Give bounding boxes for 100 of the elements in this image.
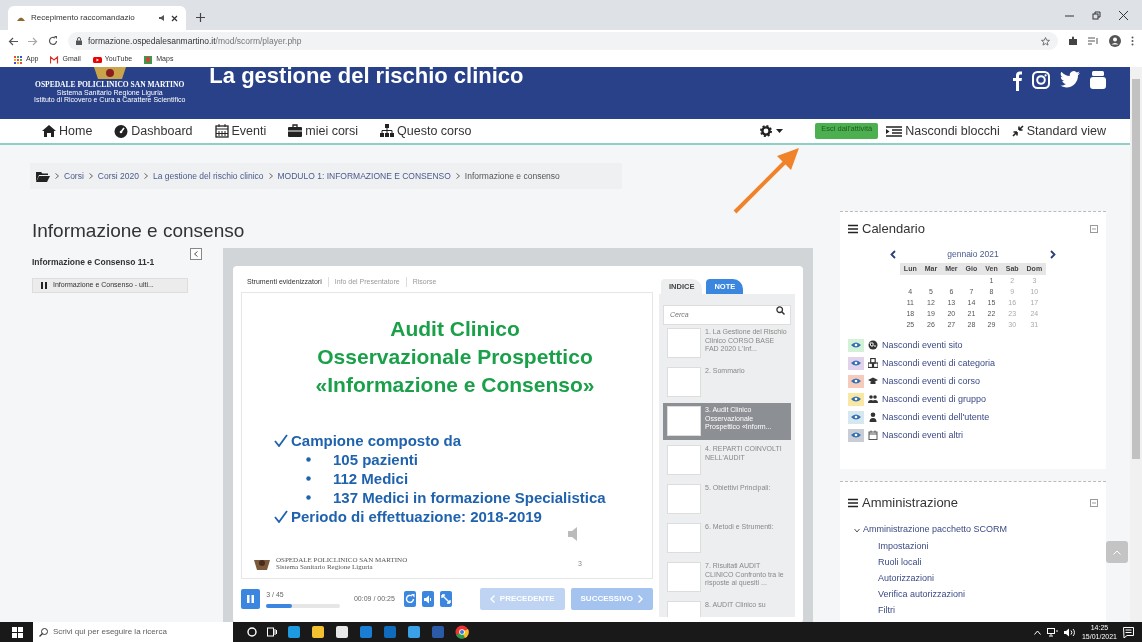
eye-icon (851, 342, 861, 349)
nav-link[interactable]: Home (42, 121, 93, 141)
close-icon[interactable] (171, 14, 178, 22)
calendar-icon (214, 124, 229, 138)
eye-icon (851, 378, 861, 385)
bird-icon[interactable] (1060, 71, 1080, 88)
slide-thumbnail (667, 562, 701, 592)
play-icon (92, 55, 102, 64)
filter-link[interactable]: Nascondi eventi di corso (882, 374, 981, 388)
tree-link[interactable]: Ruoli locali (848, 554, 922, 570)
instagram-icon[interactable] (1032, 71, 1050, 89)
visibility-toggle[interactable] (848, 374, 864, 388)
breadcrumb-link[interactable]: Corsi (64, 169, 84, 183)
tree-link[interactable]: Amministrazione pacchetto SCORM (863, 523, 1008, 537)
chevron-right-icon (88, 173, 93, 179)
volume-button[interactable] (422, 591, 434, 607)
app-icon[interactable] (311, 625, 325, 639)
nav-link[interactable]: Eventi (214, 121, 267, 141)
mail-icon (50, 55, 60, 64)
browser-icon[interactable] (455, 625, 469, 639)
facebook-icon[interactable] (1012, 71, 1022, 91)
pause-button[interactable] (241, 589, 261, 609)
tree-link[interactable]: Autorizzazioni (848, 570, 935, 586)
collapse-button[interactable] (190, 248, 202, 260)
briefcase-icon (288, 124, 303, 138)
volume-icon[interactable] (1063, 627, 1076, 637)
progress-track[interactable] (266, 603, 340, 608)
filter-link[interactable]: Nascondi eventi di gruppo (882, 392, 987, 406)
nav-link[interactable]: miei corsi (288, 121, 359, 141)
breadcrumb-link[interactable]: La gestione del rischio clinico (152, 169, 264, 183)
eye-icon (851, 396, 861, 403)
chevron-left-icon (194, 251, 198, 257)
reload-icon[interactable] (48, 36, 58, 46)
breadcrumb-link[interactable]: Corsi 2020 (97, 169, 139, 183)
app-icon[interactable] (287, 625, 301, 639)
nav-link[interactable]: Questo corso (380, 121, 472, 141)
chevron-left-icon[interactable] (890, 249, 896, 259)
nav-link[interactable]: Dashboard (114, 121, 193, 141)
puzzle-icon[interactable] (1068, 36, 1078, 46)
replay-button[interactable] (404, 591, 416, 607)
taskbar-search-field[interactable]: Scrivi qui per eseguire la ricerca (33, 622, 233, 642)
visibility-toggle[interactable] (848, 392, 864, 406)
grid-icon (14, 55, 23, 64)
site-title: La gestione del rischio clinico (209, 67, 524, 87)
chevron-down-icon[interactable] (854, 527, 860, 533)
address-bar[interactable]: formazione.ospedalesanmartino.it/mod/scorm/player.php (68, 32, 1058, 50)
windows-icon[interactable] (12, 626, 23, 638)
app-icon[interactable] (335, 625, 349, 639)
notification-icon[interactable] (1123, 626, 1134, 638)
visibility-toggle[interactable] (848, 356, 864, 370)
filter-link[interactable]: Nascondi eventi dell'utente (882, 410, 990, 424)
crest-icon (252, 558, 272, 571)
toc-title: Informazione e Consenso 11-1 (32, 256, 155, 269)
circle-icon[interactable] (247, 627, 257, 637)
chevron-right-icon[interactable] (1050, 249, 1056, 259)
compress-icon (1011, 125, 1024, 137)
visibility-toggle[interactable] (848, 428, 864, 442)
check-icon (274, 510, 288, 523)
calendar-icon (868, 430, 878, 441)
account-icon[interactable] (1109, 35, 1121, 47)
star-icon[interactable] (1041, 36, 1050, 46)
filter-link[interactable]: Nascondi eventi sito (882, 338, 963, 352)
chevron-right-icon (268, 173, 273, 179)
close-icon[interactable] (1119, 10, 1128, 20)
more-icon[interactable] (1131, 36, 1134, 46)
folder-icon[interactable] (36, 170, 50, 182)
new-tab-icon[interactable] (196, 13, 205, 22)
slide-bullet-text: 112 Medici (333, 469, 409, 488)
search-icon (39, 627, 48, 637)
back-arrow-icon[interactable] (8, 36, 18, 46)
menu-icon (848, 498, 858, 508)
settings-menu[interactable] (760, 125, 784, 137)
filter-link[interactable]: Nascondi eventi altri (882, 428, 964, 442)
hide-blocks-link[interactable]: Nascondi blocchi (886, 121, 1000, 141)
cubes-icon (868, 358, 878, 369)
pause-icon (247, 595, 255, 603)
browser-tab[interactable]: Recepimento raccomandazio (8, 6, 186, 30)
tree-link[interactable]: Filtri (848, 602, 895, 618)
standard-view-link[interactable]: Standard view (1011, 121, 1106, 141)
network-icon[interactable] (1046, 627, 1058, 637)
collapse-icon[interactable] (1090, 499, 1098, 507)
breadcrumb-link[interactable]: MODULO 1: INFORMAZIONE E CONSENSO (277, 169, 451, 183)
house-icon (42, 124, 56, 138)
filter-link[interactable]: Nascondi eventi di categoria (882, 356, 996, 370)
breadcrumb-current: Informazione e consenso (464, 169, 560, 183)
visibility-toggle[interactable] (848, 410, 864, 424)
tree-link[interactable]: Verifica autorizzazioni (848, 586, 966, 602)
collapse-icon[interactable] (1090, 225, 1098, 233)
scrollbar[interactable] (1130, 67, 1142, 622)
search-icon (776, 305, 785, 315)
task-view-icon[interactable] (267, 627, 277, 637)
bullet-icon (306, 495, 311, 500)
visibility-toggle[interactable] (848, 338, 864, 352)
slide-bullet-text: Periodo di effettuazione: 2018-2019 (291, 507, 542, 526)
app-icon[interactable] (407, 625, 421, 639)
fullscreen-button[interactable] (439, 591, 452, 607)
chevron-up-icon[interactable] (1033, 629, 1041, 635)
tree-link[interactable]: Impostazioni (848, 538, 929, 554)
chevron-right-icon (143, 173, 148, 179)
restore-icon[interactable] (1092, 10, 1101, 20)
